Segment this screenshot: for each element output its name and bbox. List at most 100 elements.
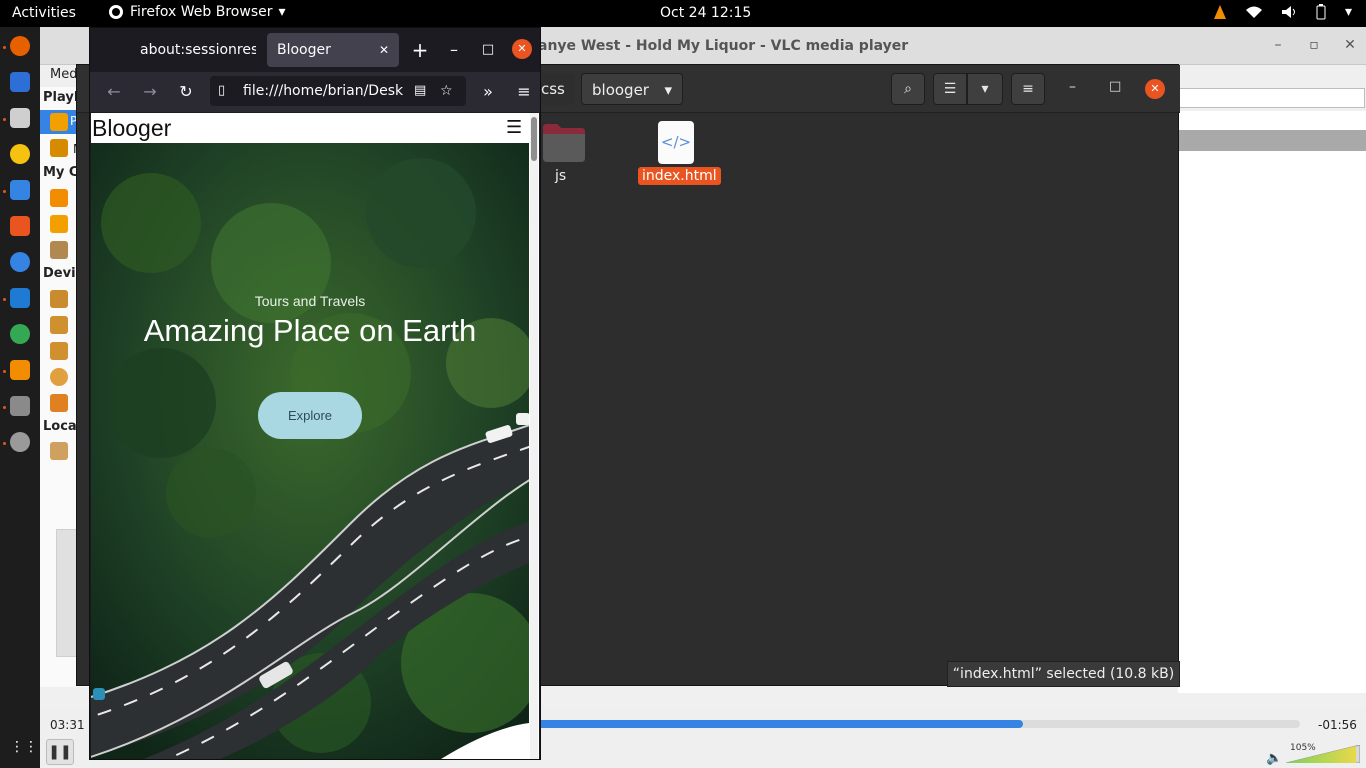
page-scrollbar[interactable] [530, 113, 538, 759]
playlist-search-input[interactable] [1179, 88, 1365, 108]
unknown-app-icon[interactable] [10, 396, 30, 416]
firefox-window: about:sessionrest Blooger ✕ + – □ ✕ ← → … [89, 27, 541, 760]
seek-bar-fill [530, 720, 1023, 728]
running-indicator [3, 298, 6, 301]
app-menu-label: Firefox Web Browser [130, 4, 273, 20]
hero-section: Tours and Travels Amazing Place on Earth… [91, 143, 529, 759]
page-viewport: Blooger ☰ Tours and Travels Amazing Plac… [91, 113, 539, 759]
maximize-icon[interactable]: □ [476, 38, 500, 62]
pictures-icon[interactable] [50, 241, 68, 259]
reload-icon[interactable]: ↻ [174, 80, 198, 104]
playlist-icon [50, 113, 68, 131]
camera-icon[interactable] [50, 394, 68, 412]
site-brand[interactable]: Blooger [92, 115, 171, 142]
back-icon[interactable]: ← [102, 80, 126, 104]
disc-icon[interactable] [50, 368, 68, 386]
software-icon[interactable] [10, 216, 30, 236]
dock: ⋮⋮ [0, 27, 40, 768]
folder-icon[interactable] [543, 122, 585, 162]
running-indicator [3, 406, 6, 409]
clock[interactable]: Oct 24 12:15 [660, 5, 751, 21]
url-bar[interactable]: ▯ file:///home/brian/Desk ▤ ☆ [210, 76, 466, 106]
running-indicator [3, 190, 6, 193]
close-icon: ✕ [1150, 82, 1160, 95]
list-view-button[interactable]: ☰ [933, 73, 967, 105]
battery-icon [1316, 4, 1326, 20]
explore-button[interactable]: Explore [258, 392, 362, 439]
speaker-icon[interactable]: 🔈 [1266, 751, 1282, 766]
chevron-down-icon: ▾ [278, 4, 286, 20]
chrome-icon[interactable] [10, 324, 30, 344]
firefox-dock-icon[interactable] [10, 36, 30, 56]
pause-icon: ❚❚ [48, 744, 72, 760]
playlist-row-current[interactable] [1178, 130, 1366, 151]
close-icon[interactable]: ✕ [1340, 35, 1360, 55]
device-icon[interactable] [50, 290, 68, 308]
power-menu-icon[interactable]: ▾ [1345, 4, 1352, 20]
seek-bar[interactable] [530, 720, 1300, 728]
music-icon[interactable] [50, 215, 68, 233]
minimize-icon[interactable]: – [442, 38, 466, 62]
app-menu-icon[interactable]: ≡ [512, 80, 536, 104]
media-library-icon[interactable] [50, 139, 68, 157]
bookmark-star-icon[interactable]: ☆ [440, 76, 453, 106]
search-icon: ⌕ [904, 81, 912, 97]
system-tray[interactable]: ▾ [1213, 4, 1352, 20]
volume-slider[interactable] [1286, 745, 1360, 763]
close-button[interactable]: ✕ [1145, 79, 1165, 99]
writer-icon[interactable] [10, 180, 30, 200]
volume-icon [1281, 6, 1295, 18]
vscode-icon[interactable] [10, 288, 30, 308]
vlc-tray-icon[interactable] [1213, 4, 1227, 20]
page-scrollbar-thumb[interactable] [531, 117, 537, 161]
site-header: Blooger ☰ [91, 113, 529, 143]
minimize-icon[interactable]: – [1268, 35, 1288, 55]
url-text: file:///home/brian/Desk [243, 83, 404, 99]
close-window-icon[interactable]: ✕ [512, 39, 532, 59]
minimize-icon[interactable]: – [1069, 79, 1076, 95]
maximize-icon[interactable]: □ [1109, 79, 1121, 94]
hamburger-icon[interactable]: ☰ [506, 117, 522, 138]
capture-icon[interactable] [50, 342, 68, 360]
list-icon: ☰ [943, 81, 957, 97]
files-icon[interactable] [10, 108, 30, 128]
help-icon[interactable] [10, 252, 30, 272]
tab-session-restore[interactable]: about:sessionrest [130, 33, 256, 67]
rhythmbox-icon[interactable] [10, 144, 30, 164]
thunderbird-icon[interactable] [10, 72, 30, 92]
capture-icon[interactable] [50, 316, 68, 334]
reader-view-icon[interactable]: ▤ [414, 76, 426, 106]
main-menu-button[interactable]: ≡ [1011, 73, 1045, 105]
close-tab-icon[interactable]: ✕ [379, 33, 389, 67]
tab-blooger[interactable]: Blooger ✕ [267, 33, 399, 67]
show-apps-icon[interactable]: ⋮⋮ [10, 739, 38, 759]
running-indicator [3, 118, 6, 121]
remaining-time[interactable]: -01:56 [1318, 718, 1357, 732]
network-icon[interactable] [50, 442, 68, 460]
breadcrumb-blooger[interactable]: blooger ▾ [581, 73, 683, 105]
html-file-icon[interactable]: </> [658, 121, 694, 164]
file-label-js[interactable]: js [555, 168, 566, 184]
album-art-placeholder [56, 529, 78, 657]
view-options-button[interactable]: ▾ [967, 73, 1003, 105]
pause-button[interactable]: ❚❚ [46, 739, 74, 765]
elapsed-time: 03:31 [50, 718, 85, 732]
playlist-area [1178, 111, 1366, 693]
page-icon: ▯ [218, 83, 226, 98]
new-tab-icon[interactable]: + [408, 38, 432, 62]
hero-subtitle: Tours and Travels [254, 293, 366, 309]
disk-icon[interactable] [10, 432, 30, 452]
section-playlist: Playl [43, 90, 79, 105]
app-menu[interactable]: Firefox Web Browser ▾ [108, 4, 286, 20]
maximize-icon[interactable]: ▫ [1304, 35, 1324, 55]
running-indicator [3, 370, 6, 373]
vlc-dock-icon[interactable] [10, 360, 30, 380]
file-label-index-html[interactable]: index.html [638, 167, 721, 185]
overflow-chevron-icon[interactable]: » [476, 80, 500, 104]
videos-icon[interactable] [50, 189, 68, 207]
activities-button[interactable]: Activities [12, 5, 76, 21]
hero-headline: Amazing Place on Earth [143, 313, 477, 348]
selection-status: “index.html” selected (10.8 kB) [947, 661, 1180, 687]
search-button[interactable]: ⌕ [891, 73, 925, 105]
forward-icon[interactable]: → [138, 80, 162, 104]
